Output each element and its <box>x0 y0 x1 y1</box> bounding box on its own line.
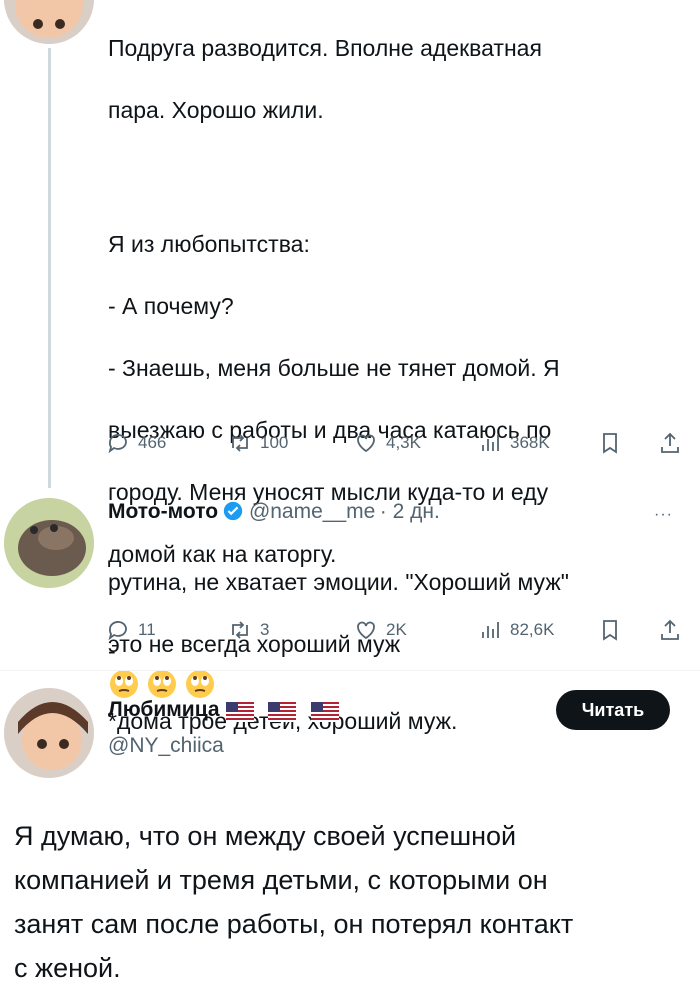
display-name[interactable]: Любимица <box>108 698 220 721</box>
retweet-button[interactable]: 100 <box>228 427 288 459</box>
reply-button[interactable]: 11 <box>106 614 156 646</box>
views-count: 82,6K <box>510 620 555 639</box>
tweet-time[interactable]: · 2 дн. <box>380 500 440 523</box>
avatar[interactable] <box>4 498 94 588</box>
bookmark-button[interactable] <box>598 427 622 459</box>
views-icon <box>482 435 499 451</box>
us-flag-icon <box>226 701 255 722</box>
tweet-line: Я думаю, что он между своей успешной <box>14 821 517 851</box>
views-icon <box>482 622 499 638</box>
tweet-line: компанией и тремя детьми, с которыми он <box>14 865 548 895</box>
like-count: 4,3K <box>386 433 421 452</box>
more-options-icon[interactable]: ··· <box>654 506 673 524</box>
reply-button[interactable]: 466 <box>106 427 166 459</box>
user-handle[interactable]: @NY_chiica <box>108 734 224 758</box>
tweet-line: - Знаешь, меня больше не тянет домой. Я <box>108 355 560 381</box>
share-icon <box>661 619 679 640</box>
avatar[interactable] <box>4 0 94 44</box>
us-flag-icon <box>310 701 339 722</box>
bookmark-button[interactable] <box>598 614 622 646</box>
bookmark-icon <box>603 620 617 641</box>
retweet-icon <box>232 621 248 639</box>
tweet-actions: 466 100 4,3K 368K <box>106 427 690 459</box>
views-count: 368K <box>510 433 550 452</box>
divider <box>0 670 700 671</box>
views-button[interactable]: 82,6K <box>478 614 554 646</box>
reply-icon <box>108 434 127 454</box>
retweet-count: 3 <box>260 620 270 639</box>
user-handle[interactable]: @name__me <box>249 500 375 523</box>
views-button[interactable]: 368K <box>478 427 550 459</box>
tweet-line: рутина, не хватает эмоции. "Хороший муж" <box>108 569 569 595</box>
tweet-line: Подруга разводится. Вполне адекватная <box>108 35 542 61</box>
us-flag-icon <box>268 701 297 722</box>
thread-line <box>48 48 51 488</box>
share-button[interactable] <box>658 427 682 459</box>
heart-icon <box>357 621 375 640</box>
share-icon <box>661 432 679 453</box>
like-button[interactable]: 4,3K <box>354 427 421 459</box>
reply-count: 466 <box>138 433 167 452</box>
tweet-line: Я из любопытства: <box>108 231 310 257</box>
retweet-button[interactable]: 3 <box>228 614 269 646</box>
heart-icon <box>357 434 375 453</box>
bookmark-icon <box>603 433 617 454</box>
like-button[interactable]: 2K <box>354 614 407 646</box>
avatar[interactable] <box>4 688 94 778</box>
tweet-line <box>108 157 688 188</box>
follow-button[interactable]: Читать <box>556 690 670 730</box>
tweet-line: пара. Хорошо жили. <box>108 97 324 123</box>
verified-badge-icon <box>224 501 243 521</box>
tweet-line: занят сам после работы, он потерял конта… <box>14 909 574 939</box>
tweet-text: Я думаю, что он между своей успешной ком… <box>14 814 690 990</box>
reply-count: 11 <box>138 620 156 639</box>
retweet-icon <box>232 434 248 452</box>
display-name[interactable]: Мото-мото <box>108 500 218 523</box>
tweet-header: Мото-мото @name__me · 2 дн. <box>108 500 688 532</box>
tweet-line: - А почему? <box>108 293 234 319</box>
share-button[interactable] <box>658 614 682 646</box>
like-count: 2K <box>386 620 407 639</box>
tweet-header: Любимица <box>108 698 548 730</box>
tweet-line: с женой. <box>14 953 121 983</box>
tweet-actions: 11 3 2K 82,6K <box>106 614 690 646</box>
reply-icon <box>108 621 127 641</box>
retweet-count: 100 <box>260 433 289 452</box>
